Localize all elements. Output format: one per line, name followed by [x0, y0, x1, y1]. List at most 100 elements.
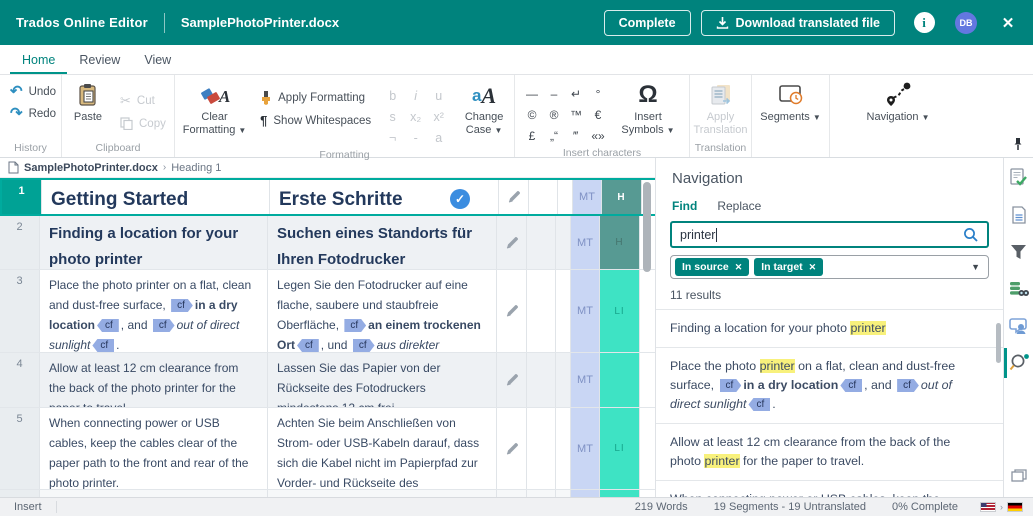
segment-number[interactable]: 4 — [0, 353, 40, 407]
insert-character-button[interactable]: ° — [587, 83, 609, 104]
cf-open-tag[interactable]: cf — [344, 319, 366, 332]
undo-button[interactable]: ↶Undo — [4, 81, 62, 103]
insert-character-button[interactable]: © — [521, 104, 543, 125]
tab-find[interactable]: Find — [672, 199, 697, 213]
insert-character-button[interactable]: «» — [587, 125, 609, 146]
source-cell[interactable]: Allow at least 12 cm clearance from the … — [40, 353, 268, 407]
format-u-button[interactable]: u — [427, 85, 450, 106]
edit-status-pencil-icon[interactable] — [497, 270, 527, 352]
cut-button[interactable]: ✂Cut — [114, 89, 172, 113]
redo-button[interactable]: ↷Redo — [4, 103, 62, 125]
segment-row-2[interactable]: 2Finding a location for your photo print… — [0, 216, 655, 270]
segment-number[interactable]: 1 — [2, 180, 42, 214]
filter-chip-in-target[interactable]: In target✕ — [754, 258, 823, 276]
insert-character-button[interactable]: ↵ — [565, 83, 587, 104]
cf-close-tag[interactable]: cf — [840, 379, 862, 392]
insert-mode-indicator[interactable]: Insert — [14, 501, 57, 513]
copy-button[interactable]: Copy — [114, 113, 172, 134]
navigation-menu-button[interactable]: Navigation ▼ — [856, 81, 940, 124]
source-cell[interactable]: Place the photo printer on a flat, clean… — [40, 270, 268, 352]
clear-formatting-button[interactable]: A ClearFormatting ▼ — [175, 81, 254, 137]
target-cell[interactable]: Erste Schritte✓ — [270, 180, 499, 214]
segment-row-5[interactable]: 5When connecting power or USB cables, ke… — [0, 408, 655, 490]
segment-row-1[interactable]: 1Getting StartedErste Schritte✓MTH — [0, 178, 655, 216]
source-cell[interactable]: Finding a location for your photo printe… — [40, 216, 268, 269]
cf-close-tag[interactable]: cf — [748, 398, 770, 411]
info-button[interactable]: i — [911, 10, 937, 36]
apply-translation-button[interactable]: ApplyTranslation — [691, 81, 751, 137]
format-x₂-button[interactable]: x₂ — [404, 106, 427, 127]
insert-character-button[interactable]: – — [543, 83, 565, 104]
panel-scrollbar[interactable] — [996, 323, 1001, 363]
show-whitespaces-button[interactable]: ¶ Show Whitespaces — [254, 109, 377, 132]
close-editor-button[interactable]: ✕ — [995, 10, 1021, 36]
search-icon[interactable] — [963, 227, 979, 243]
comments-icon[interactable] — [1004, 314, 1033, 338]
detach-window-icon[interactable] — [1004, 463, 1033, 487]
source-cell[interactable]: When connecting power or USB cables, kee… — [40, 408, 268, 489]
segment-number[interactable]: 2 — [0, 216, 40, 269]
segment-row-4[interactable]: 4Allow at least 12 cm clearance from the… — [0, 353, 655, 408]
edit-status-pencil-icon[interactable] — [497, 408, 527, 489]
segments-menu-button[interactable]: Segments ▼ — [753, 81, 829, 124]
review-document-icon[interactable] — [1004, 166, 1033, 190]
translation-memory-search-icon[interactable] — [1004, 277, 1033, 301]
format---button[interactable]: - — [404, 127, 427, 148]
preview-document-icon[interactable] — [1004, 203, 1033, 227]
target-cell[interactable]: Achten Sie beim Anschließen von Strom- o… — [268, 408, 497, 489]
format-b-button[interactable]: b — [381, 85, 404, 106]
segment-number[interactable]: 5 — [0, 408, 40, 489]
search-result-item[interactable]: When connecting power or USB cables, kee… — [656, 481, 1003, 497]
format-i-button[interactable]: i — [404, 85, 427, 106]
tab-view[interactable]: View — [132, 47, 183, 74]
insert-character-button[interactable]: ‴ — [565, 125, 587, 146]
cf-open-tag[interactable]: cf — [153, 319, 175, 332]
format-a-button[interactable]: a — [427, 127, 450, 148]
cf-open-tag[interactable]: cf — [353, 339, 375, 352]
format-s-button[interactable]: s — [381, 106, 404, 127]
insert-character-button[interactable]: £ — [521, 125, 543, 146]
remove-filter-icon[interactable]: ✕ — [809, 262, 817, 273]
insert-character-button[interactable]: € — [587, 104, 609, 125]
search-result-item[interactable]: Allow at least 12 cm clearance from the … — [656, 424, 1003, 481]
insert-character-button[interactable]: „“ — [543, 125, 565, 146]
change-case-button[interactable]: aA ChangeCase ▼ — [454, 81, 514, 137]
apply-formatting-button[interactable]: Apply Formatting — [254, 87, 377, 109]
tab-replace[interactable]: Replace — [717, 199, 761, 213]
filter-icon[interactable] — [1004, 240, 1033, 264]
search-result-item[interactable]: Finding a location for your photo printe… — [656, 310, 1003, 348]
filter-chip-in-source[interactable]: In source✕ — [675, 258, 749, 276]
target-cell[interactable]: Lassen Sie das Papier von der Rückseite … — [268, 353, 497, 407]
segment-row-3[interactable]: 3Place the photo printer on a flat, clea… — [0, 270, 655, 353]
target-cell[interactable]: Suchen eines Standorts für Ihren Fotodru… — [268, 216, 497, 269]
complete-button[interactable]: Complete — [604, 10, 691, 36]
paste-button[interactable]: Paste — [62, 81, 114, 124]
remove-filter-icon[interactable]: ✕ — [735, 262, 743, 273]
search-input[interactable]: printer — [670, 221, 989, 248]
search-scope-dropdown[interactable]: In source✕ In target✕ ▼ — [670, 255, 989, 279]
edit-status-pencil-icon[interactable] — [497, 353, 527, 407]
format-¬-button[interactable]: ¬ — [381, 127, 404, 148]
breadcrumb-document[interactable]: SamplePhotoPrinter.docx — [24, 162, 158, 174]
source-cell[interactable]: Getting Started — [42, 180, 270, 214]
cf-close-tag[interactable]: cf — [92, 339, 114, 352]
segment-number[interactable]: 3 — [0, 270, 40, 352]
cf-close-tag[interactable]: cf — [297, 339, 319, 352]
insert-character-button[interactable]: ™ — [565, 104, 587, 125]
insert-character-button[interactable]: — — [521, 83, 543, 104]
download-translated-file-button[interactable]: Download translated file — [701, 10, 895, 36]
pin-ribbon-icon[interactable] — [1011, 137, 1025, 151]
cf-open-tag[interactable]: cf — [897, 379, 919, 392]
cf-open-tag[interactable]: cf — [171, 299, 193, 312]
tab-review[interactable]: Review — [67, 47, 132, 74]
insert-symbols-button[interactable]: Ω InsertSymbols ▼ — [613, 81, 683, 137]
user-avatar[interactable]: DB — [953, 10, 979, 36]
search-result-item[interactable]: Place the photo printer on a flat, clean… — [656, 348, 1003, 424]
edit-status-pencil-icon[interactable] — [499, 180, 529, 214]
navigation-search-icon[interactable] — [1004, 351, 1033, 375]
target-cell[interactable]: Legen Sie den Fotodrucker auf eine flach… — [268, 270, 497, 352]
insert-character-button[interactable]: ® — [543, 104, 565, 125]
editor-scrollbar[interactable] — [643, 182, 651, 272]
cf-open-tag[interactable]: cf — [720, 379, 742, 392]
format-x²-button[interactable]: x² — [427, 106, 450, 127]
